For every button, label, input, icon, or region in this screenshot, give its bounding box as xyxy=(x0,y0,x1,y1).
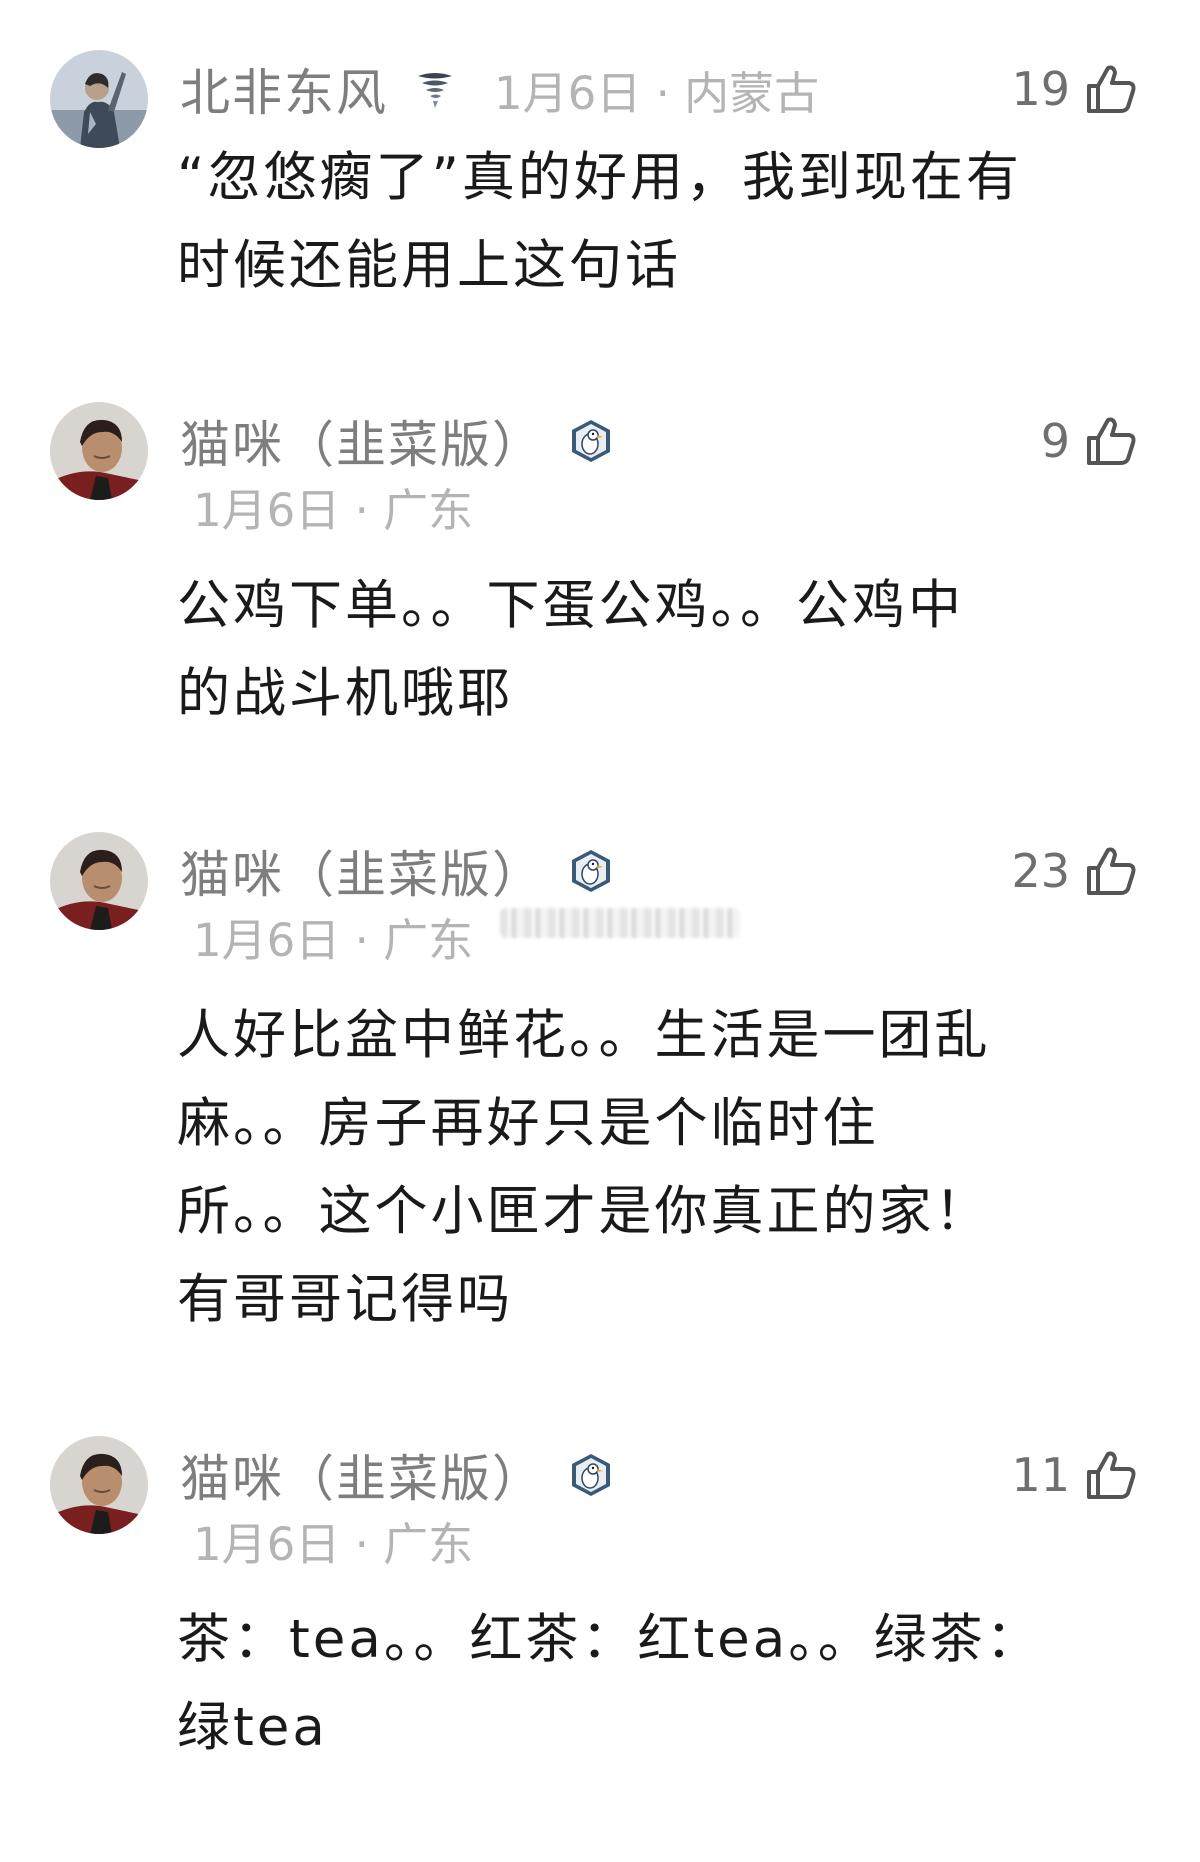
like-count: 23 xyxy=(1011,844,1070,898)
thumbs-up-icon xyxy=(1087,847,1136,895)
comment-text: 茶：tea。。红茶：红tea。。绿茶： 绿tea xyxy=(177,1609,1042,1758)
username[interactable]: 猫咪（韭菜版） xyxy=(180,405,544,477)
avatar[interactable] xyxy=(50,832,148,930)
like-button[interactable]: 11 xyxy=(1011,1440,1138,1510)
avatar[interactable] xyxy=(50,50,148,148)
like-button[interactable]: 9 xyxy=(1041,406,1138,476)
tornado-icon xyxy=(412,66,458,112)
comment-text: “忽悠瘸了”真的好用，我到现在有 时候还能用上这句话 xyxy=(177,147,1022,296)
avatar[interactable] xyxy=(50,1436,148,1534)
obscured-text xyxy=(500,908,740,938)
avatar-image xyxy=(50,50,148,148)
avatar-image xyxy=(50,832,148,930)
comment-meta-row: 1月6日 · 广东 xyxy=(193,906,474,967)
goose-badge-icon xyxy=(568,848,614,894)
thumbs-up-icon xyxy=(1087,417,1136,465)
comment-meta-row: 1月6日 · 广东 xyxy=(193,476,474,537)
like-count: 19 xyxy=(1011,62,1070,116)
like-button[interactable]: 19 xyxy=(1011,54,1138,124)
username[interactable]: 猫咪（韭菜版） xyxy=(180,835,544,907)
comment-header: 猫咪（韭菜版） xyxy=(180,406,614,476)
avatar-image xyxy=(50,1436,148,1534)
goose-badge-icon xyxy=(568,1452,614,1498)
avatar-image xyxy=(50,402,148,500)
comment-text: 公鸡下单。。下蛋公鸡。。公鸡中 的战斗机哦耶 xyxy=(177,575,964,724)
comment-text: 人好比盆中鲜花。。生活是一团乱 麻。。房子再好只是个临时住 所。。这个小匣才是你… xyxy=(177,1005,991,1330)
comment-meta-row: 1月6日 · 广东 xyxy=(193,1510,474,1571)
username[interactable]: 猫咪（韭菜版） xyxy=(180,1439,544,1511)
like-button[interactable]: 23 xyxy=(1011,836,1138,906)
goose-badge-icon xyxy=(568,418,614,464)
comment-meta: 1月6日 · 广东 xyxy=(193,913,474,967)
comment-header: 猫咪（韭菜版） xyxy=(180,1440,614,1510)
comment-meta: 1月6日 · 内蒙古 xyxy=(494,66,820,120)
like-count: 9 xyxy=(1040,414,1070,468)
comment-header: 猫咪（韭菜版） xyxy=(180,836,614,906)
thumbs-up-icon xyxy=(1087,1451,1136,1499)
comment-meta: 1月6日 · 广东 xyxy=(193,1517,474,1571)
like-count: 11 xyxy=(1011,1448,1070,1502)
comment-header: 北非东风 1月6日 · 内蒙古 xyxy=(180,54,819,124)
thumbs-up-icon xyxy=(1087,65,1136,113)
avatar[interactable] xyxy=(50,402,148,500)
comment-meta: 1月6日 · 广东 xyxy=(193,483,474,537)
username[interactable]: 北非东风 xyxy=(180,53,388,125)
